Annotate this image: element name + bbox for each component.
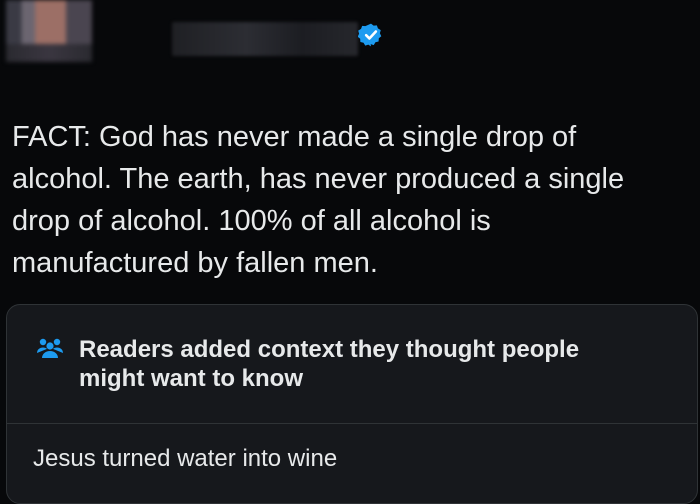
verified-badge-icon: [358, 23, 382, 47]
avatar[interactable]: [6, 0, 92, 62]
community-note-body: Jesus turned water into wine: [33, 445, 338, 472]
people-icon: [37, 338, 63, 358]
author-name[interactable]: [172, 22, 358, 56]
community-note-title: Readers added context they thought peopl…: [79, 336, 580, 392]
tweet-header: [0, 0, 700, 80]
community-note: Readers added context they thought peopl…: [6, 304, 698, 504]
tweet-text: FACT: God has never made a single drop o…: [12, 121, 625, 279]
divider: [7, 423, 697, 424]
